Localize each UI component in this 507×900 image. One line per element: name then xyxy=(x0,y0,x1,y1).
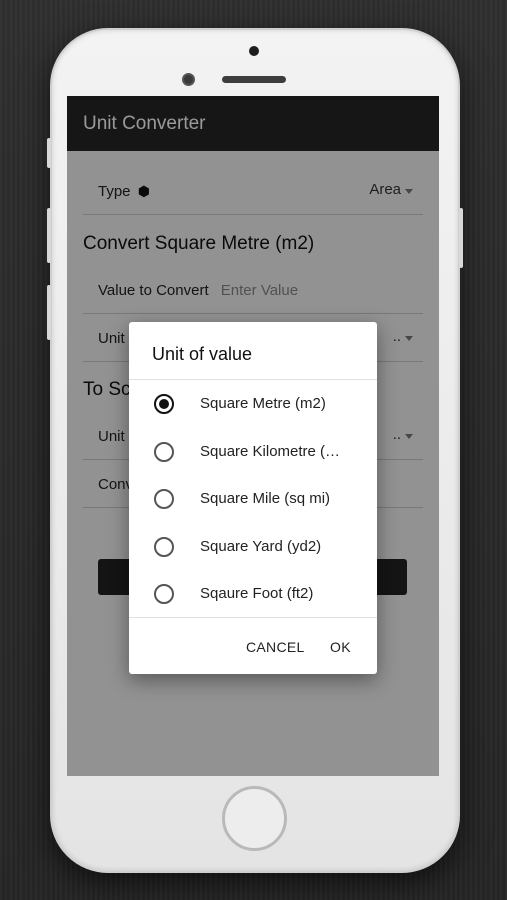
option-label: Square Yard (yd2) xyxy=(200,537,322,555)
radio-unchecked-icon[interactable] xyxy=(154,536,174,557)
option-label: Square Kilometre (… xyxy=(200,442,341,460)
option-label: Sqaure Foot (ft2) xyxy=(200,585,314,602)
earpiece-speaker xyxy=(222,76,286,83)
option-label: Square Metre (m2) xyxy=(200,395,326,412)
radio-unchecked-icon[interactable] xyxy=(154,441,174,462)
power-button xyxy=(459,208,463,268)
volume-up-button xyxy=(47,208,51,263)
app-screen: Unit Converter Type ⬢ Area Convert Squar… xyxy=(67,96,439,776)
mute-switch xyxy=(47,138,51,168)
unit-dialog: Unit of value Square Metre (m2) Square K… xyxy=(129,322,377,674)
option-square-yard[interactable]: Square Yard (yd2) xyxy=(129,523,377,571)
dialog-actions: CANCEL OK xyxy=(129,618,377,674)
option-label: Square Mile (sq mi) xyxy=(200,490,331,507)
ok-button[interactable]: OK xyxy=(330,639,351,655)
option-square-foot[interactable]: Sqaure Foot (ft2) xyxy=(129,570,377,618)
option-square-metre[interactable]: Square Metre (m2) xyxy=(129,380,377,428)
dialog-title: Unit of value xyxy=(129,322,377,380)
radio-unchecked-icon[interactable] xyxy=(154,489,174,509)
unit-options-list: Square Metre (m2) Square Kilometre (… Sq… xyxy=(129,380,377,618)
radio-unchecked-icon[interactable] xyxy=(154,584,174,604)
proximity-sensor xyxy=(182,73,195,86)
radio-checked-icon[interactable] xyxy=(154,394,174,414)
option-square-mile[interactable]: Square Mile (sq mi) xyxy=(129,475,377,523)
front-camera xyxy=(249,46,259,56)
volume-down-button xyxy=(47,285,51,340)
option-square-kilometre[interactable]: Square Kilometre (… xyxy=(129,428,377,476)
cancel-button[interactable]: CANCEL xyxy=(246,639,305,655)
home-button[interactable] xyxy=(222,786,287,851)
